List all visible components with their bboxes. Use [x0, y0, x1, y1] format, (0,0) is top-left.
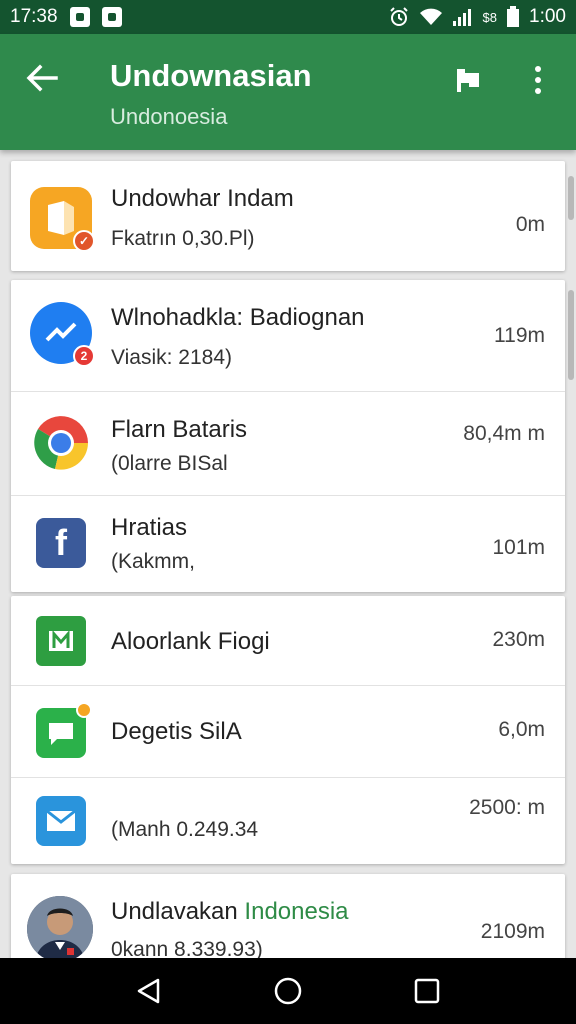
- app-size: 80,4m m: [463, 422, 545, 445]
- app-name: Undowhar Indam: [111, 185, 294, 212]
- app-list[interactable]: ✓ Undowhar Indam Fkatrın 0,30.Pl) 0m 2 W…: [0, 150, 576, 958]
- mail-icon: [36, 796, 86, 846]
- status-bar: 17:38 $8 1:00: [0, 0, 576, 34]
- card: Undlavakan Indonesia 0kann 8.339.93) 210…: [11, 874, 565, 958]
- app-detail: (Manh 0.249.34: [111, 818, 259, 841]
- notification-icon: [101, 7, 122, 27]
- list-item[interactable]: Undlavakan Indonesia 0kann 8.339.93) 210…: [11, 874, 565, 958]
- app-size: 6,0m: [498, 718, 545, 741]
- card: 2 Wlnohadkla: Badiognan Viasik: 2184) 11…: [11, 280, 565, 592]
- network-label: $8: [482, 9, 498, 25]
- app-name: Degetis SilA: [111, 718, 242, 745]
- list-item[interactable]: (Manh 0.249.34 2500: m: [11, 778, 565, 864]
- app-size: 230m: [492, 628, 545, 651]
- app-name: Hratias: [111, 514, 188, 541]
- messenger-icon: 2: [30, 302, 95, 367]
- document-app-icon: ✓: [30, 187, 95, 252]
- scrollbar[interactable]: [568, 290, 574, 380]
- wifi-icon: [419, 8, 442, 25]
- badge-icon: 2: [73, 345, 95, 367]
- arrow-left-icon: [26, 64, 58, 92]
- status-time-right: 1:00: [529, 6, 566, 27]
- app-bar: Undownasian Undonoesia: [0, 34, 576, 150]
- badge-icon: ✓: [73, 230, 95, 252]
- facebook-icon: f: [36, 518, 86, 568]
- app-detail: Fkatrın 0,30.Pl): [111, 227, 255, 250]
- app-bar-subtitle: Undonoesia: [110, 104, 228, 129]
- list-item[interactable]: Degetis SilA 6,0m: [11, 686, 565, 778]
- list-item[interactable]: f Hratias (Kakmm, 101m: [11, 496, 565, 592]
- more-options-button[interactable]: [518, 60, 558, 100]
- app-size: 119m: [494, 324, 545, 347]
- status-time-left: 17:38: [10, 6, 58, 27]
- back-nav-button[interactable]: [125, 967, 173, 1015]
- app-size: 2500: m: [469, 796, 545, 819]
- app-name: Undlavakan Indonesia: [111, 898, 349, 926]
- app-detail: (0larre BISal: [111, 452, 228, 475]
- list-item[interactable]: Flarn Bataris (0larre BISal 80,4m m: [11, 392, 565, 496]
- app-name-highlight: Indonesia: [244, 898, 349, 925]
- recents-nav-button[interactable]: [403, 967, 451, 1015]
- more-vert-icon: [535, 66, 541, 94]
- flag-button[interactable]: [448, 60, 488, 100]
- green-sheet-icon: [36, 616, 86, 666]
- list-item[interactable]: ✓ Undowhar Indam Fkatrın 0,30.Pl) 0m: [11, 161, 565, 271]
- app-size: 2109m: [480, 920, 545, 943]
- chat-bubble-icon: [36, 702, 92, 758]
- app-name: Aloorlank Fiogi: [111, 628, 270, 655]
- app-name: Wlnohadkla: Badiognan: [111, 304, 365, 331]
- app-detail: (Kakmm,: [111, 550, 195, 573]
- card: ✓ Undowhar Indam Fkatrın 0,30.Pl) 0m: [11, 161, 565, 271]
- battery-icon: [507, 6, 520, 27]
- notification-icon: [69, 7, 90, 27]
- badge-icon: [76, 702, 92, 718]
- scrollbar[interactable]: [568, 176, 574, 220]
- signal-icon: [452, 9, 471, 26]
- navigation-bar: [0, 958, 576, 1024]
- app-size: 101m: [492, 536, 545, 559]
- home-nav-button[interactable]: [264, 967, 312, 1015]
- chrome-icon: [30, 412, 92, 474]
- app-detail: 0kann 8.339.93): [111, 938, 263, 958]
- back-button[interactable]: [20, 56, 64, 100]
- app-detail: Viasik: 2184): [111, 346, 233, 369]
- app-name: Flarn Bataris: [111, 416, 248, 443]
- circle-home-icon: [274, 977, 302, 1005]
- app-bar-title: Undownasian: [110, 58, 312, 93]
- list-item[interactable]: Aloorlank Fiogi 230m: [11, 596, 565, 686]
- alarm-icon: [389, 7, 408, 26]
- app-size: 0m: [515, 213, 545, 236]
- list-item[interactable]: 2 Wlnohadkla: Badiognan Viasik: 2184) 11…: [11, 280, 565, 392]
- card: Aloorlank Fiogi 230m Degetis SilA 6,0m (…: [11, 596, 565, 864]
- flag-icon: [457, 69, 479, 92]
- square-recents-icon: [414, 978, 439, 1004]
- app-name-part: Undlavakan: [111, 898, 245, 925]
- triangle-back-icon: [138, 978, 160, 1004]
- profile-photo-avatar: [27, 896, 93, 958]
